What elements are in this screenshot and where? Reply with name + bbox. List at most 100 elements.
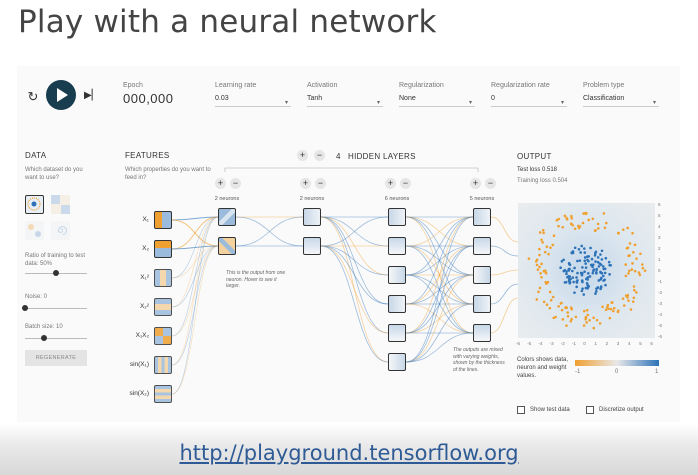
- x-tick-label: 2: [605, 341, 609, 346]
- regularization-rate-value: 0: [491, 95, 495, 102]
- hidden-neuron[interactable]: [388, 295, 406, 313]
- data-point-negative: [582, 309, 586, 313]
- hidden-neuron[interactable]: [218, 208, 236, 226]
- data-point-negative: [629, 308, 633, 311]
- data-point-negative: [570, 216, 574, 220]
- hidden-neuron[interactable]: [388, 208, 406, 226]
- test-loss: Test loss 0.518: [517, 167, 558, 173]
- feature-node[interactable]: [154, 240, 172, 258]
- hidden-neuron[interactable]: [388, 266, 406, 284]
- discretize-output-label: Discretize output: [599, 407, 644, 413]
- regularization-rate-select[interactable]: Regularization rate 0 ▾: [491, 82, 567, 107]
- data-point-negative: [549, 298, 553, 302]
- y-tick-label: -4: [658, 312, 663, 317]
- hidden-neuron[interactable]: [473, 208, 491, 226]
- problem-type-select[interactable]: Problem type Classification ▾: [583, 82, 659, 107]
- hidden-neuron[interactable]: [218, 237, 236, 255]
- feature-label: sin(X₁): [129, 361, 149, 368]
- hidden-neuron[interactable]: [473, 324, 491, 342]
- data-point-negative: [635, 291, 638, 294]
- reset-icon[interactable]: ↻: [26, 90, 40, 104]
- data-point-positive: [575, 285, 578, 289]
- data-point-negative: [581, 221, 585, 225]
- data-point-negative: [565, 324, 568, 327]
- play-button[interactable]: [46, 80, 76, 110]
- regularization-select[interactable]: Regularization None ▾: [399, 82, 475, 107]
- weight-link: [235, 216, 304, 247]
- data-point-negative: [624, 274, 628, 278]
- feature-node[interactable]: [154, 269, 172, 287]
- hidden-neuron[interactable]: [473, 237, 491, 255]
- data-point-negative: [538, 253, 541, 257]
- add-neuron-button[interactable]: +: [300, 178, 311, 189]
- hidden-neuron[interactable]: [473, 266, 491, 284]
- hidden-neuron[interactable]: [303, 208, 321, 226]
- activation-select[interactable]: Activation Tanh ▾: [307, 82, 383, 107]
- data-point-positive: [586, 283, 590, 287]
- data-point-positive: [568, 262, 571, 266]
- remove-neuron-button[interactable]: −: [485, 178, 496, 189]
- data-point-positive: [600, 249, 604, 253]
- hidden-neuron[interactable]: [388, 237, 406, 255]
- neuron-count-label: 2 neurons: [299, 196, 325, 202]
- remove-neuron-button[interactable]: −: [400, 178, 411, 189]
- feature-label: X₂: [142, 245, 149, 252]
- hidden-neuron[interactable]: [388, 324, 406, 342]
- data-point-negative: [538, 247, 541, 251]
- data-point-negative: [552, 234, 556, 238]
- add-neuron-button[interactable]: +: [385, 178, 396, 189]
- data-point-negative: [588, 318, 591, 322]
- remove-neuron-button[interactable]: −: [230, 178, 241, 189]
- slide: Play with a neural network ↻ ▶▏ Epoch 0 0…: [0, 0, 698, 475]
- hidden-neuron[interactable]: [303, 237, 321, 255]
- data-point-negative: [641, 266, 645, 270]
- data-point-negative: [585, 308, 589, 312]
- slide-title: Play with a neural network: [18, 4, 437, 40]
- show-test-data-checkbox[interactable]: [517, 406, 525, 414]
- data-point-negative: [584, 315, 588, 319]
- data-point-negative: [604, 308, 608, 312]
- epoch-label: Epoch: [123, 82, 143, 89]
- scale-label-mid: 0: [615, 369, 619, 375]
- feature-node[interactable]: [154, 356, 172, 374]
- add-neuron-button[interactable]: +: [470, 178, 481, 189]
- data-point-positive: [573, 266, 576, 270]
- data-point-negative: [628, 269, 631, 273]
- activation-value: Tanh: [307, 95, 323, 102]
- data-point-negative: [551, 243, 555, 247]
- data-point-negative: [611, 309, 615, 313]
- learning-rate-select[interactable]: Learning rate 0.03 ▾: [215, 82, 291, 107]
- data-point-negative: [551, 295, 555, 299]
- feature-label: X₂²: [139, 303, 149, 310]
- data-point-negative: [541, 241, 544, 244]
- data-point-negative: [628, 242, 632, 245]
- chevron-down-icon: ▾: [377, 100, 381, 106]
- x-tick-label: 5: [639, 341, 642, 346]
- data-point-positive: [586, 276, 590, 279]
- feature-node[interactable]: [154, 385, 172, 403]
- data-point-negative: [592, 316, 595, 320]
- feature-node[interactable]: [154, 298, 172, 316]
- data-point-negative: [591, 217, 595, 221]
- hidden-neuron[interactable]: [388, 353, 406, 371]
- y-tick-label: -5: [658, 323, 663, 328]
- step-forward-icon[interactable]: ▶▏: [84, 90, 99, 102]
- layers-bracket: [224, 167, 479, 172]
- weight-link: [320, 245, 389, 305]
- feature-node[interactable]: [154, 327, 172, 345]
- discretize-output-checkbox[interactable]: [586, 406, 594, 414]
- add-neuron-button[interactable]: +: [215, 178, 226, 189]
- feature-node[interactable]: [154, 211, 172, 229]
- remove-neuron-button[interactable]: −: [315, 178, 326, 189]
- hidden-neuron[interactable]: [473, 295, 491, 313]
- output-heatmap[interactable]: [518, 203, 655, 338]
- y-tick-label: 0: [658, 268, 661, 273]
- data-point-negative: [612, 306, 616, 310]
- data-point-negative: [547, 252, 550, 256]
- playground-link[interactable]: http://playground.tensorflow.org: [0, 441, 698, 465]
- data-point-positive: [580, 271, 584, 275]
- data-point-negative: [539, 271, 542, 275]
- data-point-positive: [568, 267, 571, 271]
- data-point-negative: [621, 228, 625, 231]
- data-point-positive: [583, 270, 586, 273]
